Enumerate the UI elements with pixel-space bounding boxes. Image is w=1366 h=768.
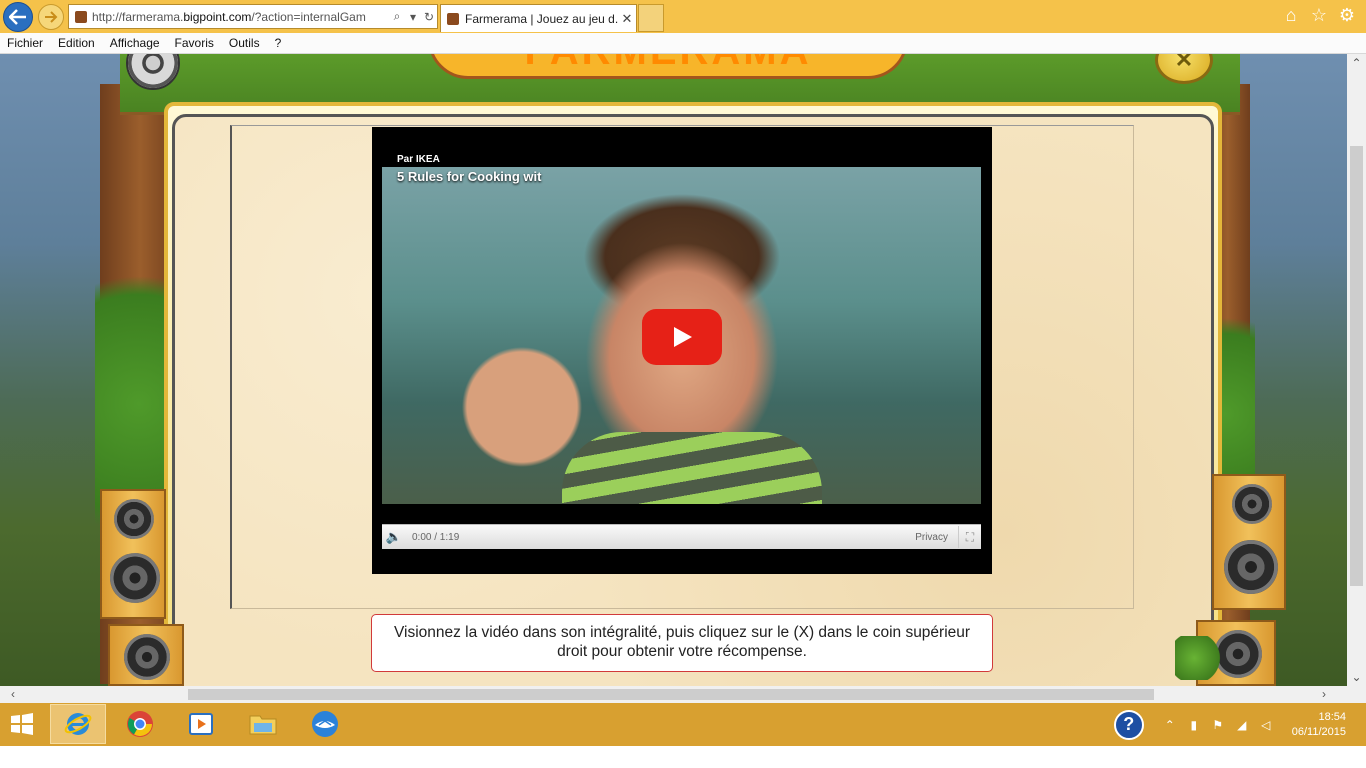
fullscreen-icon[interactable]: ⛶	[958, 526, 981, 548]
new-tab-button[interactable]	[638, 4, 664, 32]
scroll-up-icon[interactable]: ⌃	[1347, 54, 1366, 72]
menu-help[interactable]: ?	[275, 36, 282, 50]
ie-logo-icon	[64, 713, 92, 735]
speaker-woofer	[1232, 484, 1272, 524]
scroll-right-icon[interactable]: ›	[1315, 686, 1333, 703]
speaker-right-top	[1212, 474, 1286, 610]
refresh-icon[interactable]: ↻	[421, 10, 437, 24]
menu-outils[interactable]: Outils	[229, 36, 260, 50]
leaf-decoration	[1175, 636, 1223, 680]
help-icon[interactable]: ?	[1113, 709, 1144, 740]
clock[interactable]: 18:54 06/11/2015	[1292, 710, 1346, 740]
file-explorer-icon[interactable]	[235, 704, 291, 744]
clock-time: 18:54	[1318, 710, 1346, 723]
tab-title: Farmerama | Jouez au jeu d...	[465, 11, 618, 26]
bird-logo-icon	[312, 711, 338, 737]
clock-date: 06/11/2015	[1291, 725, 1346, 738]
speaker-woofer	[124, 634, 170, 680]
battery-icon[interactable]: ▮	[1184, 718, 1204, 732]
speaker-woofer	[1224, 540, 1278, 594]
menu-affichage[interactable]: Affichage	[110, 36, 160, 50]
flag-icon[interactable]: ⚑	[1208, 718, 1228, 732]
menu-bar: Fichier Edition Affichage Favoris Outils…	[0, 33, 1366, 54]
windows-logo-icon	[11, 713, 33, 735]
back-arrow-icon	[9, 9, 26, 25]
video-time: 0:00 / 1:19	[412, 531, 460, 543]
page-viewport: FARMERAMA ✕ Par IKEA 5 Rules for Cooking…	[0, 54, 1347, 686]
scrollbar-corner	[1347, 686, 1366, 703]
tray-expand-icon[interactable]: ⌃	[1160, 718, 1180, 732]
speaker-left-top	[100, 489, 166, 619]
site-favicon	[75, 10, 87, 23]
striped-shirt	[562, 432, 822, 504]
instruction-box: Visionnez la vidéo dans son intégralité,…	[371, 614, 993, 672]
vertical-scrollbar[interactable]: ⌃ ⌄	[1347, 54, 1366, 686]
forward-arrow-icon	[45, 11, 58, 23]
star-icon[interactable]: ☆	[1310, 5, 1328, 25]
media-player-icon[interactable]	[173, 704, 229, 744]
chrome-icon[interactable]	[112, 704, 168, 744]
scroll-left-icon[interactable]: ‹	[4, 686, 22, 703]
url-text: http://farmerama.bigpoint.com/?action=in…	[92, 9, 366, 24]
system-tray: ? ⌃ ▮ ⚑ ◢ ◁ 18:54 06/11/2015	[1113, 703, 1366, 746]
video-title[interactable]: 5 Rules for Cooking wit	[397, 169, 541, 184]
screen-bottom	[0, 746, 1366, 768]
tab-farmerama[interactable]: Farmerama | Jouez au jeu d... ✕	[440, 4, 637, 32]
horizontal-scroll-thumb[interactable]	[188, 689, 1154, 700]
speaker-icon[interactable]: ◁	[1256, 718, 1276, 732]
speaker-woofer	[114, 499, 154, 539]
thunderbird-icon[interactable]	[297, 704, 353, 744]
tab-close-icon[interactable]: ✕	[618, 11, 636, 27]
home-icon[interactable]: ⌂	[1282, 5, 1300, 25]
internet-explorer-icon[interactable]	[50, 704, 106, 744]
media-logo-icon	[189, 713, 213, 735]
privacy-link[interactable]: Privacy	[915, 532, 948, 543]
tab-favicon	[447, 12, 459, 25]
search-icon[interactable]: ⌕	[389, 9, 405, 24]
horizontal-scrollbar[interactable]: ‹ ›	[0, 686, 1347, 703]
signal-icon[interactable]: ◢	[1232, 718, 1252, 732]
back-button[interactable]	[3, 2, 33, 32]
instruction-line-2: droit pour obtenir votre récompense.	[557, 643, 807, 660]
folder-icon	[249, 715, 277, 735]
vertical-scroll-thumb[interactable]	[1350, 146, 1363, 586]
speaker-left-bottom	[108, 624, 184, 686]
volume-icon[interactable]: 🔈	[382, 529, 406, 545]
menu-edition[interactable]: Edition	[58, 36, 95, 50]
menu-fichier[interactable]: Fichier	[7, 36, 43, 50]
video-controls: 🔈 0:00 / 1:19 Privacy ⛶	[382, 524, 981, 549]
play-button[interactable]	[642, 309, 722, 365]
menu-favoris[interactable]: Favoris	[175, 36, 214, 50]
browser-titlebar: http://farmerama.bigpoint.com/?action=in…	[0, 0, 1366, 33]
farmerama-logo: FARMERAMA	[428, 54, 908, 79]
gear-icon[interactable]: ⚙	[1338, 5, 1356, 25]
address-bar[interactable]: http://farmerama.bigpoint.com/?action=in…	[68, 4, 438, 29]
play-icon	[674, 327, 692, 347]
scroll-down-icon[interactable]: ⌄	[1347, 668, 1366, 686]
windows-taskbar: ? ⌃ ▮ ⚑ ◢ ◁ 18:54 06/11/2015	[0, 703, 1366, 746]
windows-start-icon[interactable]	[0, 704, 44, 744]
video-channel[interactable]: Par IKEA	[397, 154, 440, 165]
dropdown-icon[interactable]: ▾	[405, 10, 421, 24]
instruction-line-1: Visionnez la vidéo dans son intégralité,…	[393, 624, 971, 641]
speaker-woofer	[110, 553, 160, 603]
chrome-logo-icon	[127, 711, 153, 737]
forward-button[interactable]	[38, 4, 64, 30]
